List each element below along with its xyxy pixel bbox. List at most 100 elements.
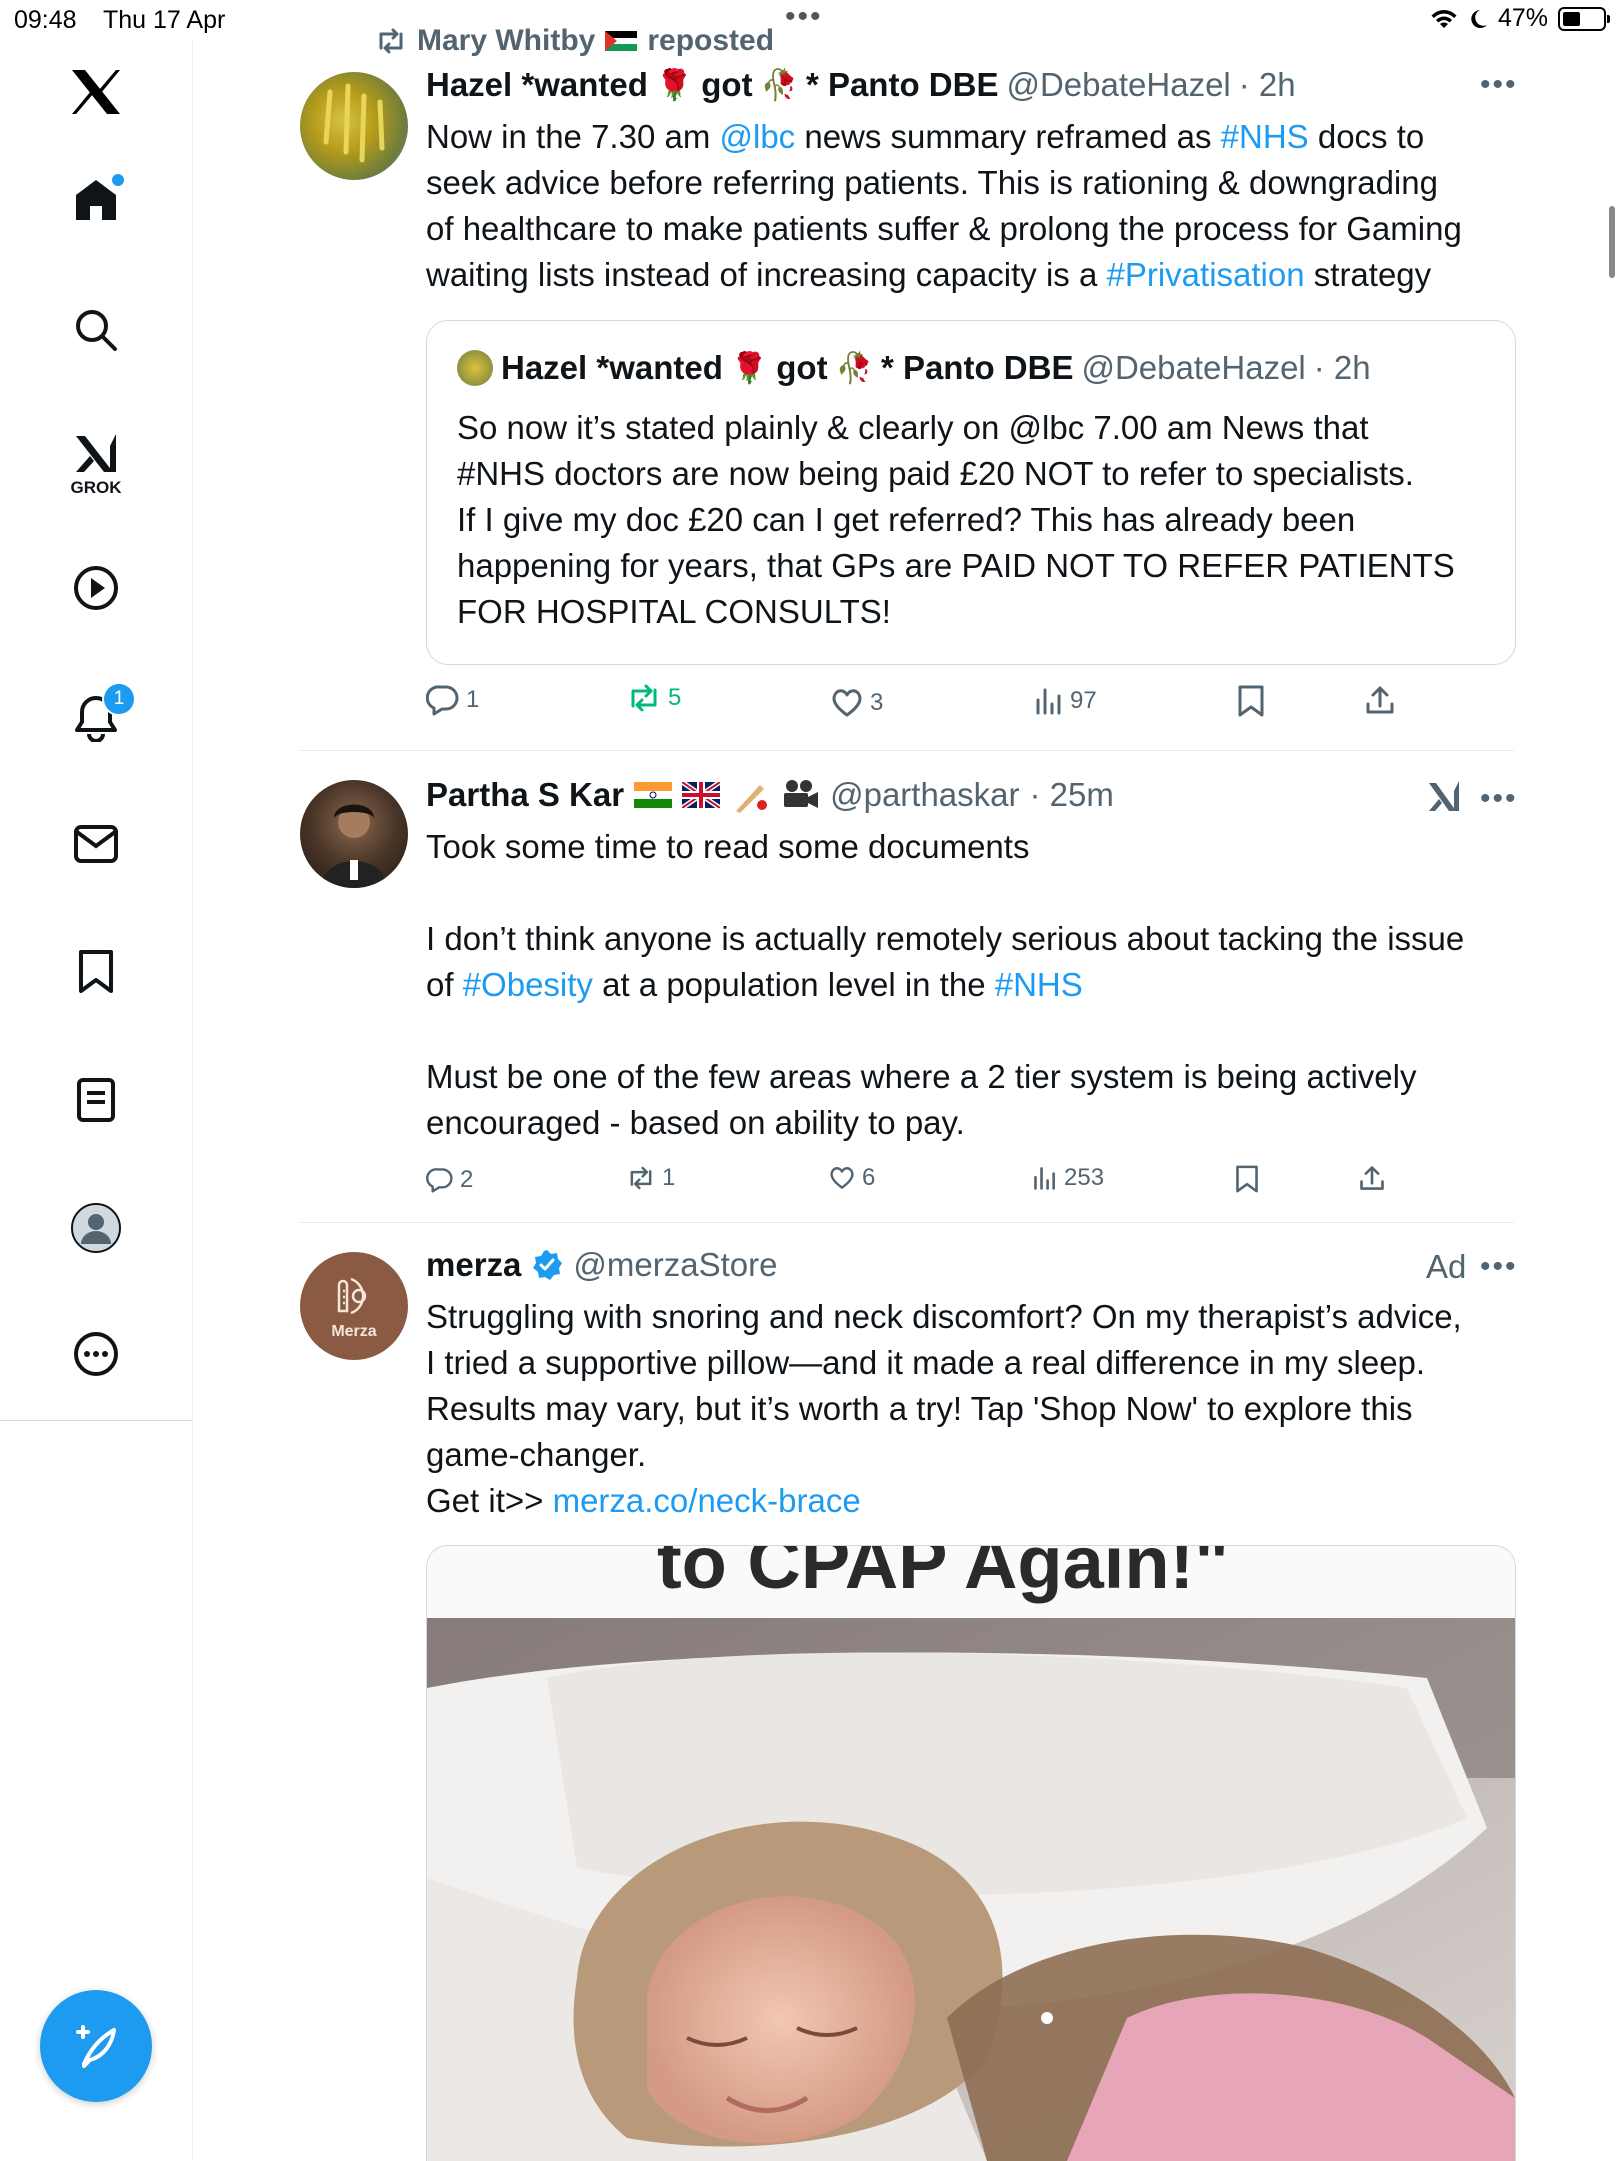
x-logo-icon[interactable] xyxy=(66,62,126,122)
quote-display-name: Hazel *wanted xyxy=(501,349,723,386)
share-icon xyxy=(1360,1166,1384,1190)
repost-button[interactable]: 5 xyxy=(626,684,681,712)
quote-line: So now it’s stated plainly & clearly on … xyxy=(457,409,1369,446)
bookmark-button[interactable] xyxy=(1234,1164,1260,1194)
share-icon xyxy=(1366,686,1394,714)
quote-line: FOR HOSPITAL CONSULTS! xyxy=(457,593,891,630)
profile-icon[interactable] xyxy=(66,1198,126,1258)
reply-button[interactable]: 1 xyxy=(426,684,479,716)
more-options-icon[interactable]: ••• xyxy=(1480,1250,1518,1284)
display-name[interactable]: Partha S Kar xyxy=(426,776,624,814)
like-button[interactable]: 6 xyxy=(828,1164,875,1192)
video-icon[interactable] xyxy=(66,558,126,618)
display-name-part2[interactable]: got xyxy=(701,66,752,104)
multitasking-dots-icon[interactable]: ••• xyxy=(785,0,823,34)
tweet-header: Hazel *wanted 🌹 got 🥀 * Panto DBE @Debat… xyxy=(426,66,1296,104)
ad-media-video[interactable]: to CPAP Again!" xyxy=(426,1545,1516,2161)
more-options-icon[interactable]: ••• xyxy=(1480,68,1518,102)
heart-icon xyxy=(832,689,862,717)
grok-icon[interactable]: GROK xyxy=(66,420,126,510)
user-handle[interactable]: @merzaStore xyxy=(573,1246,777,1284)
like-button[interactable]: 3 xyxy=(830,688,883,718)
text-span: Now in the 7.30 am xyxy=(426,118,720,155)
views-button[interactable]: 253 xyxy=(1032,1164,1104,1192)
quote-time: · 2h xyxy=(1313,349,1371,386)
bookmarks-icon[interactable] xyxy=(66,942,126,1002)
bookmark-icon xyxy=(1238,685,1264,717)
tweet-line: encouraged - based on ability to pay. xyxy=(426,1104,965,1141)
tweet-separator xyxy=(300,1222,1514,1223)
repost-count: 1 xyxy=(662,1164,676,1191)
wilted-rose-emoji-icon: 🥀 xyxy=(760,68,798,102)
quote-line: happening for years, that GPs are PAID N… xyxy=(457,547,1455,584)
bookmark-button[interactable] xyxy=(1236,684,1266,718)
mention-link[interactable]: @lbc xyxy=(720,118,796,155)
text-span: news summary reframed as xyxy=(795,118,1221,155)
tweet-paragraph: Took some time to read some documents xyxy=(426,828,1030,865)
display-name[interactable]: merza xyxy=(426,1246,521,1284)
hashtag-link[interactable]: #Privatisation xyxy=(1107,256,1305,293)
home-unread-dot xyxy=(112,174,124,186)
user-handle[interactable]: @DebateHazel xyxy=(1006,66,1230,104)
text-span: seek advice before referring patients. T… xyxy=(426,164,1438,201)
tweet-separator xyxy=(300,750,1514,751)
like-count: 3 xyxy=(870,689,884,716)
share-button[interactable] xyxy=(1358,1164,1386,1192)
media-caption: to CPAP Again!" xyxy=(657,1546,1230,1604)
tweet-line: Get it>> merza.co/neck-brace xyxy=(426,1478,1526,1524)
repost-label: reposted xyxy=(647,24,775,57)
avatar[interactable] xyxy=(300,72,408,180)
display-name[interactable]: Hazel *wanted xyxy=(426,66,648,104)
moon-icon xyxy=(1471,9,1487,28)
quote-display-name-part3: * Panto DBE xyxy=(880,349,1074,386)
tweet-time[interactable]: · 2h xyxy=(1239,66,1296,104)
tweet-line: of healthcare to make patients suffer & … xyxy=(426,206,1526,252)
hashtag-link[interactable]: #NHS xyxy=(995,966,1083,1003)
reply-button[interactable]: 2 xyxy=(426,1166,473,1194)
text-span: of healthcare to make patients suffer & … xyxy=(426,210,1462,247)
tweet-time[interactable]: · 25m xyxy=(1030,776,1114,814)
grok-explain-icon[interactable] xyxy=(1426,780,1462,816)
lists-icon[interactable] xyxy=(66,1070,126,1130)
uk-flag-icon xyxy=(682,782,721,808)
reply-count: 2 xyxy=(460,1166,474,1193)
tweet-line: Now in the 7.30 am @lbc news summary ref… xyxy=(426,114,1526,160)
ad-link[interactable]: merza.co/neck-brace xyxy=(553,1482,861,1519)
views-button[interactable]: 97 xyxy=(1034,686,1097,716)
notifications-icon[interactable]: 1 xyxy=(66,682,136,748)
user-handle[interactable]: @parthaskar xyxy=(830,776,1019,814)
views-chart-icon xyxy=(1034,1167,1055,1190)
sidebar-divider xyxy=(0,1420,192,1421)
repost-banner: Mary Whitby reposted xyxy=(375,24,774,58)
hashtag-link[interactable]: #NHS xyxy=(1221,118,1309,155)
quoted-tweet[interactable]: Hazel *wanted 🌹 got 🥀 * Panto DBE @Debat… xyxy=(426,320,1516,665)
more-options-icon[interactable]: ••• xyxy=(1480,782,1518,816)
hashtag-link[interactable]: #Obesity xyxy=(463,966,593,1003)
repost-icon xyxy=(631,684,657,712)
tweet-line: Struggling with snoring and neck discomf… xyxy=(426,1298,1462,1335)
india-flag-icon xyxy=(634,782,673,808)
scroll-indicator[interactable] xyxy=(1609,206,1615,278)
status-time: 09:48 xyxy=(14,6,77,34)
repost-button[interactable]: 1 xyxy=(626,1164,675,1192)
avatar-label: Merza xyxy=(331,1323,377,1340)
avatar[interactable]: Merza xyxy=(300,1252,408,1360)
messages-icon[interactable] xyxy=(66,814,126,874)
home-icon[interactable] xyxy=(66,170,126,230)
display-name-part3[interactable]: * Panto DBE xyxy=(806,66,999,104)
movie-camera-icon xyxy=(784,780,819,808)
tweet-body: Struggling with snoring and neck discomf… xyxy=(426,1294,1526,1524)
quote-line: #NHS doctors are now being paid £20 NOT … xyxy=(457,455,1414,492)
search-icon[interactable] xyxy=(66,300,126,360)
quote-display-name-part2: got xyxy=(776,349,828,386)
repost-user[interactable]: Mary Whitby xyxy=(417,24,595,58)
share-button[interactable] xyxy=(1364,684,1396,716)
more-icon[interactable] xyxy=(66,1324,126,1384)
quote-line: If I give my doc £20 can I get referred?… xyxy=(457,501,1356,538)
repost-icon xyxy=(379,28,403,54)
compose-button[interactable] xyxy=(40,1990,152,2102)
verified-badge-icon xyxy=(533,1250,563,1280)
notifications-badge: 1 xyxy=(102,682,136,716)
avatar[interactable] xyxy=(300,780,408,888)
tweet-body: Took some time to read some documents I … xyxy=(426,824,1526,1146)
